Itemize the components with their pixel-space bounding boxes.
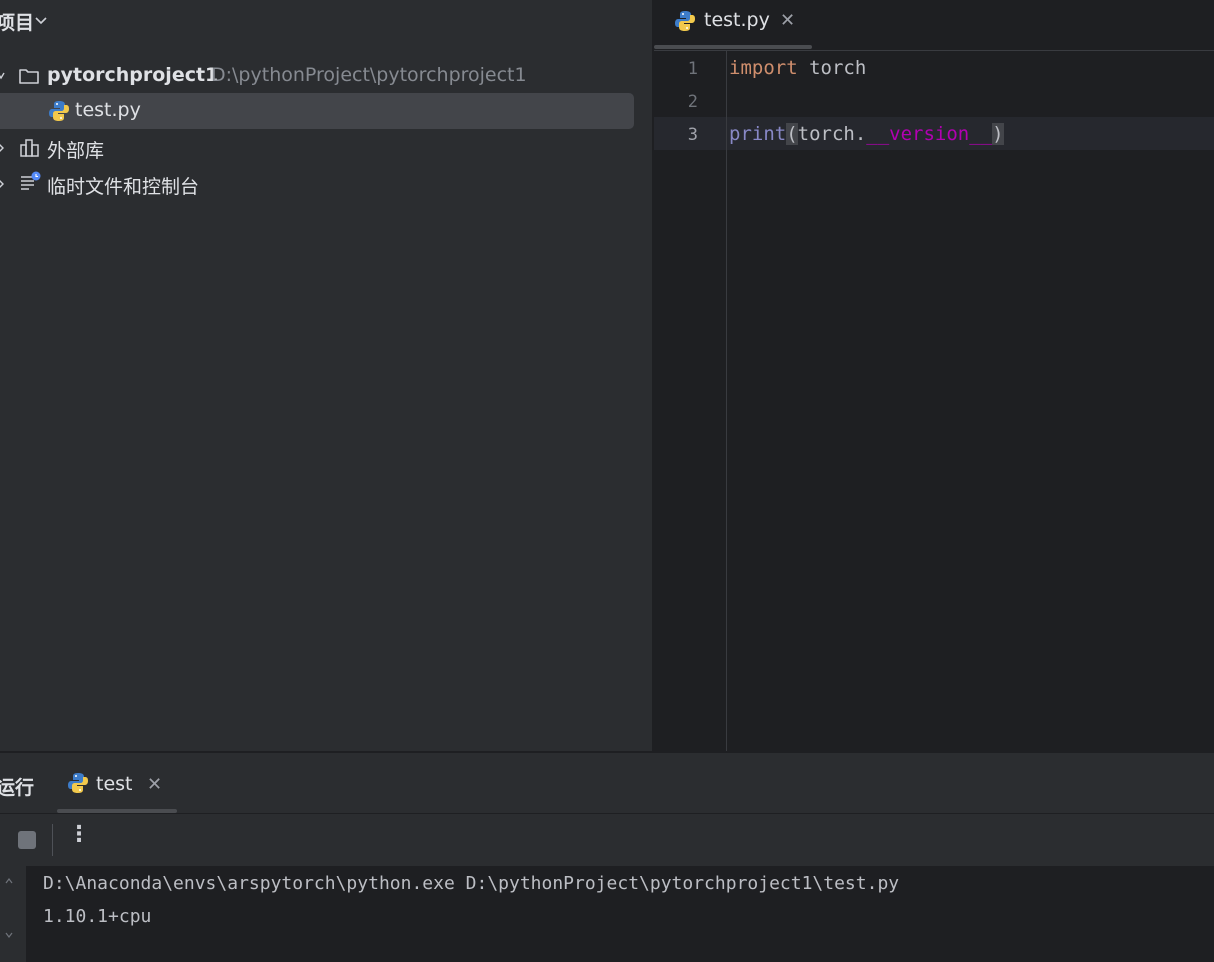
- run-tab-test[interactable]: test ✕: [57, 753, 177, 813]
- scroll-down-icon[interactable]: [4, 930, 14, 940]
- tree-item-external-libraries[interactable]: 外部库: [0, 130, 640, 166]
- code-line-3[interactable]: print(torch.__version__): [729, 123, 1004, 145]
- line-number: 1: [687, 59, 698, 79]
- python-run-icon: [68, 773, 88, 793]
- gutter-divider: [726, 51, 727, 751]
- scroll-up-icon[interactable]: [4, 876, 14, 886]
- open-paren: (: [786, 123, 798, 145]
- scratches-icon: [21, 171, 41, 190]
- line-number: 3: [687, 125, 698, 145]
- console-output[interactable]: D:\Anaconda\envs\arspytorch\python.exe D…: [26, 866, 1214, 962]
- code-line-1[interactable]: import torch: [729, 57, 866, 79]
- code-editor[interactable]: test.py ✕ 1 2 3 import torch print(torch…: [654, 0, 1214, 751]
- editor-tab-label: test.py: [704, 9, 770, 31]
- console-line-command: D:\Anaconda\envs\arspytorch\python.exe D…: [43, 873, 900, 894]
- file-name-label: test.py: [75, 99, 141, 121]
- dunder-attribute: __version__: [866, 123, 993, 145]
- scratches-label: 临时文件和控制台: [47, 176, 200, 198]
- line-number: 2: [687, 92, 698, 112]
- external-libraries-label: 外部库: [47, 140, 105, 162]
- python-file-icon: [49, 101, 69, 121]
- project-panel-title[interactable]: 项目: [0, 8, 34, 35]
- folder-icon: [19, 69, 39, 84]
- line-number-gutter[interactable]: 1 2 3: [654, 51, 726, 751]
- chevron-down-icon[interactable]: [33, 12, 49, 28]
- run-panel-title: 运行: [0, 777, 35, 799]
- builtin-print: print: [729, 123, 787, 145]
- project-tool-window: 项目 pytorchproject1 D:\pythonProject\pyto…: [0, 0, 652, 751]
- run-toolbar: ⋮: [0, 814, 1214, 866]
- module-name: torch: [797, 57, 867, 79]
- editor-tab-bar: test.py ✕: [654, 0, 1214, 51]
- keyword-import: import: [729, 57, 798, 79]
- editor-tab-test-py[interactable]: test.py ✕: [654, 0, 812, 50]
- run-tool-window: 运行 test ✕ ⋮ D:\Anaconda\envs\arspytorch\…: [0, 753, 1214, 962]
- tree-item-test-py[interactable]: test.py: [0, 93, 634, 129]
- tree-item-project-root[interactable]: pytorchproject1 D:\pythonProject\pytorch…: [0, 58, 640, 94]
- library-icon: [20, 139, 39, 157]
- more-options-icon[interactable]: ⋮: [68, 822, 90, 854]
- stop-icon[interactable]: [18, 831, 36, 849]
- object-name: torch.: [797, 123, 867, 145]
- close-icon[interactable]: ✕: [147, 774, 162, 795]
- tree-item-scratches-consoles[interactable]: 临时文件和控制台: [0, 166, 640, 202]
- close-icon[interactable]: ✕: [780, 10, 795, 31]
- expand-arrow-icon[interactable]: [0, 71, 5, 81]
- project-root-path: D:\pythonProject\pytorchproject1: [211, 64, 527, 86]
- collapse-arrow-icon[interactable]: [0, 143, 5, 153]
- toolbar-divider: [52, 824, 53, 856]
- active-tab-indicator: [654, 45, 812, 49]
- collapse-arrow-icon[interactable]: [0, 179, 5, 189]
- run-tab-label: test: [96, 773, 133, 795]
- project-root-name: pytorchproject1: [47, 64, 219, 86]
- close-paren: ): [992, 123, 1004, 145]
- console-gutter: [0, 866, 26, 962]
- console-line-output: 1.10.1+cpu: [43, 906, 152, 927]
- python-file-icon: [675, 11, 695, 31]
